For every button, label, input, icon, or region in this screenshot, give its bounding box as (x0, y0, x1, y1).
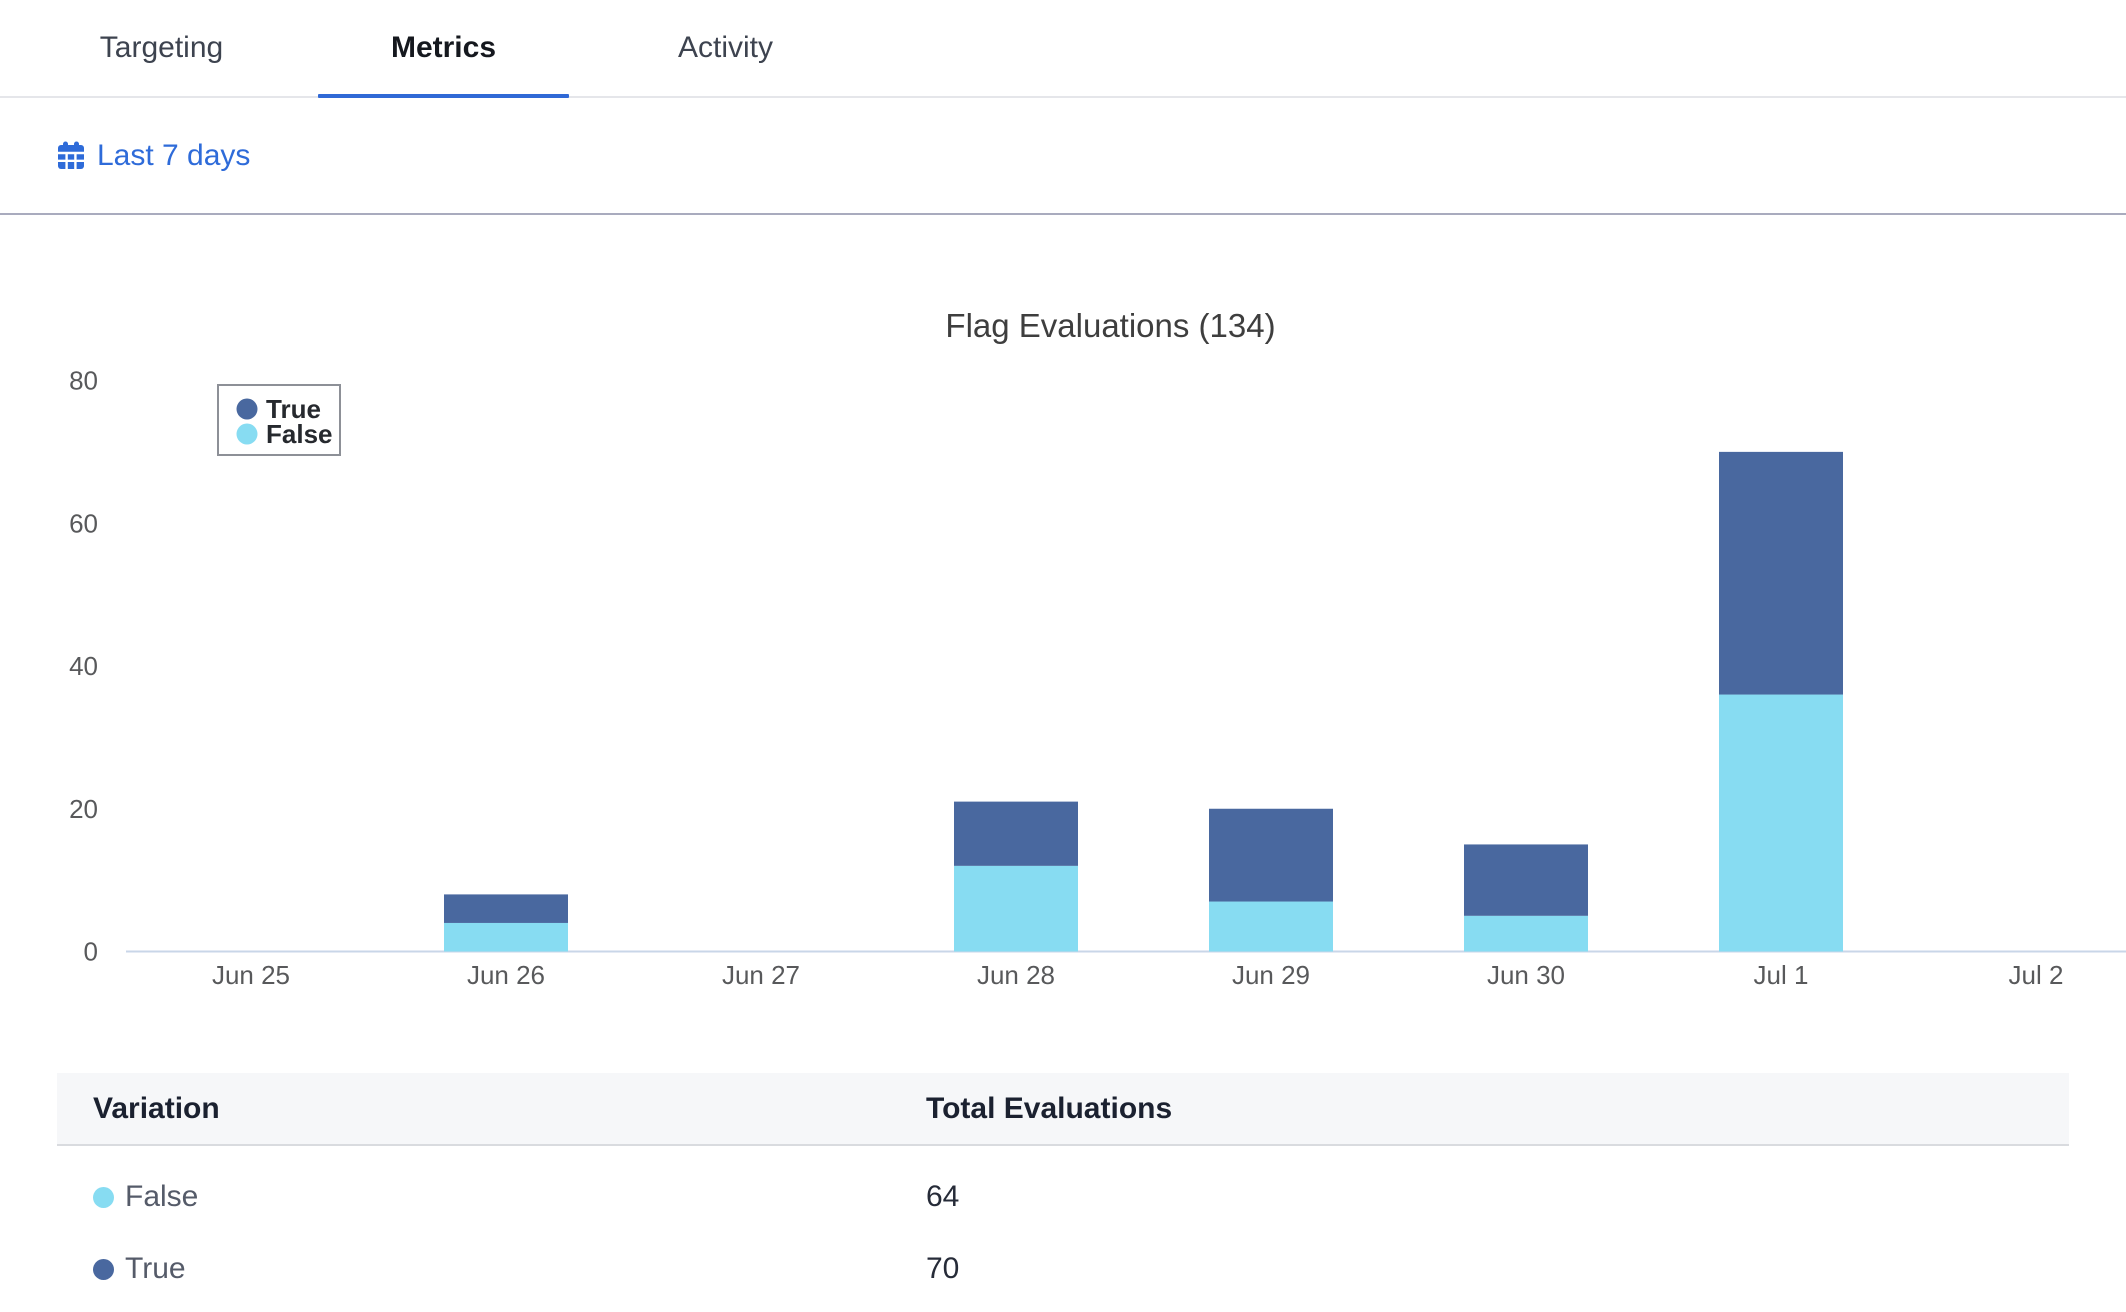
variation-table: Variation Total Evaluations False 64 True 7… (57, 1073, 2069, 1305)
table-row-true: True 70 (57, 1233, 2069, 1305)
x-axis-label: Jun 26 (467, 960, 545, 990)
x-axis-label: Jul 1 (1754, 960, 1809, 990)
variation-label: False (125, 1180, 198, 1214)
legend-label-false[interactable]: False (266, 419, 333, 449)
tab-bar: Targeting Metrics Activity (0, 0, 2126, 98)
x-axis-label: Jun 25 (212, 960, 290, 990)
x-axis-label: Jun 29 (1232, 960, 1310, 990)
variation-table-body: False 64 True 70 (57, 1146, 2069, 1305)
y-axis-tick: 40 (69, 651, 98, 681)
date-range-row: Last 7 days (0, 98, 2126, 215)
bar-segment-true-jul-1[interactable] (1719, 452, 1843, 695)
total-evaluations-value: 70 (926, 1252, 959, 1286)
table-row-false: False 64 (57, 1161, 2069, 1233)
y-axis-tick: 80 (69, 366, 98, 396)
x-axis-label: Jun 28 (977, 960, 1055, 990)
legend-dot-true (237, 399, 258, 420)
variation-table-header: Variation Total Evaluations (57, 1073, 2069, 1146)
bar-segment-true-jun-28[interactable] (954, 802, 1078, 866)
column-header-variation: Variation (57, 1092, 926, 1126)
y-axis-tick: 60 (69, 508, 98, 538)
variation-cell: False (57, 1180, 926, 1214)
variation-cell: True (57, 1252, 926, 1286)
flag-evaluations-chart: 0 20 40 60 80 Jun 25 Jun 26 Jun 27 Jun 28 Jun 29 J… (0, 215, 2126, 1050)
bar-segment-true-jun-26[interactable] (444, 894, 568, 923)
x-axis-label: Jun 30 (1487, 960, 1565, 990)
y-axis-tick: 0 (84, 937, 98, 967)
variation-color-dot (93, 1259, 114, 1280)
date-range-label: Last 7 days (97, 139, 250, 173)
bar-segment-false-jun-26[interactable] (444, 923, 568, 952)
calendar-icon (56, 141, 86, 171)
x-axis-label: Jul 2 (2009, 960, 2064, 990)
flag-evaluations-chart-section: Flag Evaluations (134) 020406080Jun 25Ju… (0, 215, 2126, 1050)
total-evaluations-value: 64 (926, 1180, 959, 1214)
bar-segment-true-jun-29[interactable] (1209, 809, 1333, 902)
bar-segment-false-jun-29[interactable] (1209, 902, 1333, 952)
bar-segment-false-jun-30[interactable] (1464, 916, 1588, 952)
tab-targeting[interactable]: Targeting (36, 0, 287, 96)
tab-activity[interactable]: Activity (600, 0, 851, 96)
bar-segment-true-jun-30[interactable] (1464, 844, 1588, 915)
variation-label: True (125, 1252, 186, 1286)
x-axis-label: Jun 27 (722, 960, 800, 990)
tab-metrics[interactable]: Metrics (318, 0, 569, 96)
variation-color-dot (93, 1187, 114, 1208)
bar-segment-false-jul-1[interactable] (1719, 695, 1843, 952)
y-axis-tick: 20 (69, 794, 98, 824)
bar-segment-false-jun-28[interactable] (954, 866, 1078, 952)
legend-dot-false (237, 424, 258, 445)
page: Targeting Metrics Activity Last 7 days F… (0, 0, 2126, 1305)
date-range-button[interactable]: Last 7 days (56, 139, 250, 173)
column-header-total-evaluations: Total Evaluations (926, 1092, 1172, 1126)
